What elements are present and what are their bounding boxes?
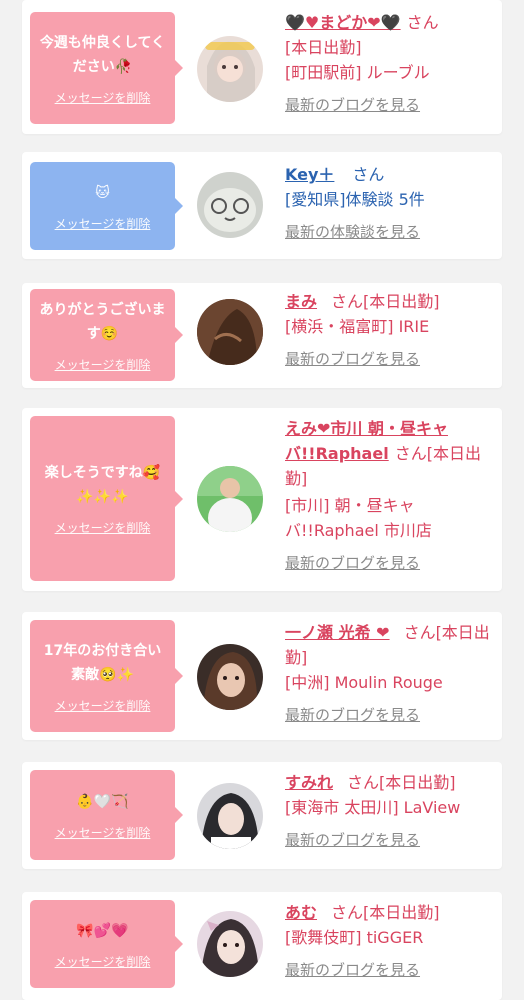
- delete-message-link[interactable]: メッセージを削除: [55, 953, 151, 970]
- profile-info: 一ノ瀬 光希 ❤ さん[本日出勤] [中洲] Moulin Rouge 最新のブロ…: [285, 620, 497, 728]
- profile-info: あむ さん[本日出勤] [歌舞伎町] tiGGER 最新のブログを見る: [285, 900, 497, 983]
- avatar[interactable]: [197, 36, 263, 102]
- profile-name-link[interactable]: 🖤♥まどか❤🖤: [285, 13, 401, 32]
- shop-line: [中洲] Moulin Rouge: [285, 673, 443, 692]
- profile-name-link[interactable]: 一ノ瀬 光希 ❤: [285, 623, 390, 642]
- status-line: [本日出勤]: [285, 38, 362, 57]
- avatar[interactable]: [197, 644, 263, 710]
- shop-line: [市川] 朝・昼キャバ!!Raphael 市川店: [285, 496, 432, 540]
- latest-blog-link[interactable]: 最新のブログを見る: [285, 551, 497, 576]
- honorific: さん[本日出勤]: [347, 773, 456, 792]
- message-card: 今週も仲良くしてください🥀 メッセージを削除 🖤♥まどか❤🖤 さん [本日出勤] …: [22, 0, 502, 134]
- message-bubble: ありがとうございます☺️ メッセージを削除: [30, 289, 183, 381]
- message-text: 楽しそうですね🥰✨✨✨: [44, 465, 161, 505]
- message-text: 今週も仲良くしてください🥀: [39, 34, 166, 75]
- shop-line: [東海市 太田川] LaView: [285, 798, 461, 817]
- honorific: さん: [352, 165, 385, 184]
- message-text: 17年のお付き合い素敵🥺✨: [43, 642, 162, 683]
- avatar[interactable]: [197, 783, 263, 849]
- delete-message-link[interactable]: メッセージを削除: [55, 519, 151, 536]
- message-text: ありがとうございます☺️: [39, 301, 166, 342]
- delete-message-link[interactable]: メッセージを削除: [55, 697, 151, 714]
- message-card: 17年のお付き合い素敵🥺✨ メッセージを削除 一ノ瀬 光希 ❤ さん[本日出勤] …: [22, 612, 502, 740]
- message-bubble: 17年のお付き合い素敵🥺✨ メッセージを削除: [30, 620, 183, 732]
- shop-line: [町田駅前] ルーブル: [285, 63, 430, 82]
- delete-message-link[interactable]: メッセージを削除: [55, 89, 151, 106]
- profile-name-link[interactable]: Key＋: [285, 165, 334, 184]
- profile-info: すみれ さん[本日出勤] [東海市 太田川] LaView 最新のブログを見る: [285, 770, 497, 853]
- latest-blog-link[interactable]: 最新のブログを見る: [285, 93, 497, 118]
- message-bubble: 今週も仲良くしてください🥀 メッセージを削除: [30, 12, 183, 124]
- honorific: さん: [406, 13, 439, 32]
- shop-line: [歌舞伎町] tiGGER: [285, 928, 424, 947]
- profile-name-link[interactable]: まみ: [285, 292, 317, 311]
- avatar[interactable]: [197, 172, 263, 238]
- avatar[interactable]: [197, 466, 263, 532]
- profile-info: えみ❤市川 朝・昼キャバ!!Raphael さん[本日出勤] [市川] 朝・昼キャ…: [285, 416, 497, 576]
- review-count: [愛知県]体験談 5件: [285, 190, 425, 209]
- avatar[interactable]: [197, 911, 263, 977]
- message-card: 🐱 メッセージを削除 Key＋ さん [愛知県]体験談 5件 最新の体験談を見る: [22, 152, 502, 259]
- profile-name-link[interactable]: あむ: [285, 903, 317, 922]
- message-bubble: 👶🤍🏹 メッセージを削除: [30, 770, 183, 860]
- message-card: 👶🤍🏹 メッセージを削除 すみれ さん[本日出勤] [東海市 太田川] LaVie…: [22, 762, 502, 869]
- message-card: 🎀💕💗 メッセージを削除 あむ さん[本日出勤] [歌舞伎町] tiGGER 最新…: [22, 892, 502, 1000]
- honorific: さん[本日出勤]: [331, 292, 440, 311]
- message-bubble: 楽しそうですね🥰✨✨✨ メッセージを削除: [30, 416, 183, 581]
- delete-message-link[interactable]: メッセージを削除: [55, 356, 151, 373]
- latest-blog-link[interactable]: 最新のブログを見る: [285, 703, 497, 728]
- delete-message-link[interactable]: メッセージを削除: [55, 215, 151, 232]
- shop-line: [横浜・福富町] IRIE: [285, 317, 430, 336]
- latest-blog-link[interactable]: 最新のブログを見る: [285, 828, 497, 853]
- message-bubble: 🎀💕💗 メッセージを削除: [30, 900, 183, 988]
- message-card: ありがとうございます☺️ メッセージを削除 まみ さん[本日出勤] [横浜・福富町…: [22, 283, 502, 388]
- profile-info: Key＋ さん [愛知県]体験談 5件 最新の体験談を見る: [285, 162, 497, 245]
- message-text: 🎀💕💗: [76, 922, 129, 939]
- latest-review-link[interactable]: 最新の体験談を見る: [285, 220, 497, 245]
- profile-info: 🖤♥まどか❤🖤 さん [本日出勤] [町田駅前] ルーブル 最新のブログを見る: [285, 10, 497, 118]
- message-text: 🐱: [95, 184, 110, 201]
- delete-message-link[interactable]: メッセージを削除: [55, 824, 151, 841]
- honorific: さん[本日出勤]: [331, 903, 440, 922]
- message-bubble: 🐱 メッセージを削除: [30, 162, 183, 250]
- message-text: 👶🤍🏹: [76, 793, 129, 810]
- latest-blog-link[interactable]: 最新のブログを見る: [285, 347, 497, 372]
- latest-blog-link[interactable]: 最新のブログを見る: [285, 958, 497, 983]
- profile-info: まみ さん[本日出勤] [横浜・福富町] IRIE 最新のブログを見る: [285, 289, 497, 372]
- message-card: 楽しそうですね🥰✨✨✨ メッセージを削除 えみ❤市川 朝・昼キャバ!!Rapha…: [22, 408, 502, 591]
- avatar[interactable]: [197, 299, 263, 365]
- profile-name-link[interactable]: すみれ: [285, 773, 333, 792]
